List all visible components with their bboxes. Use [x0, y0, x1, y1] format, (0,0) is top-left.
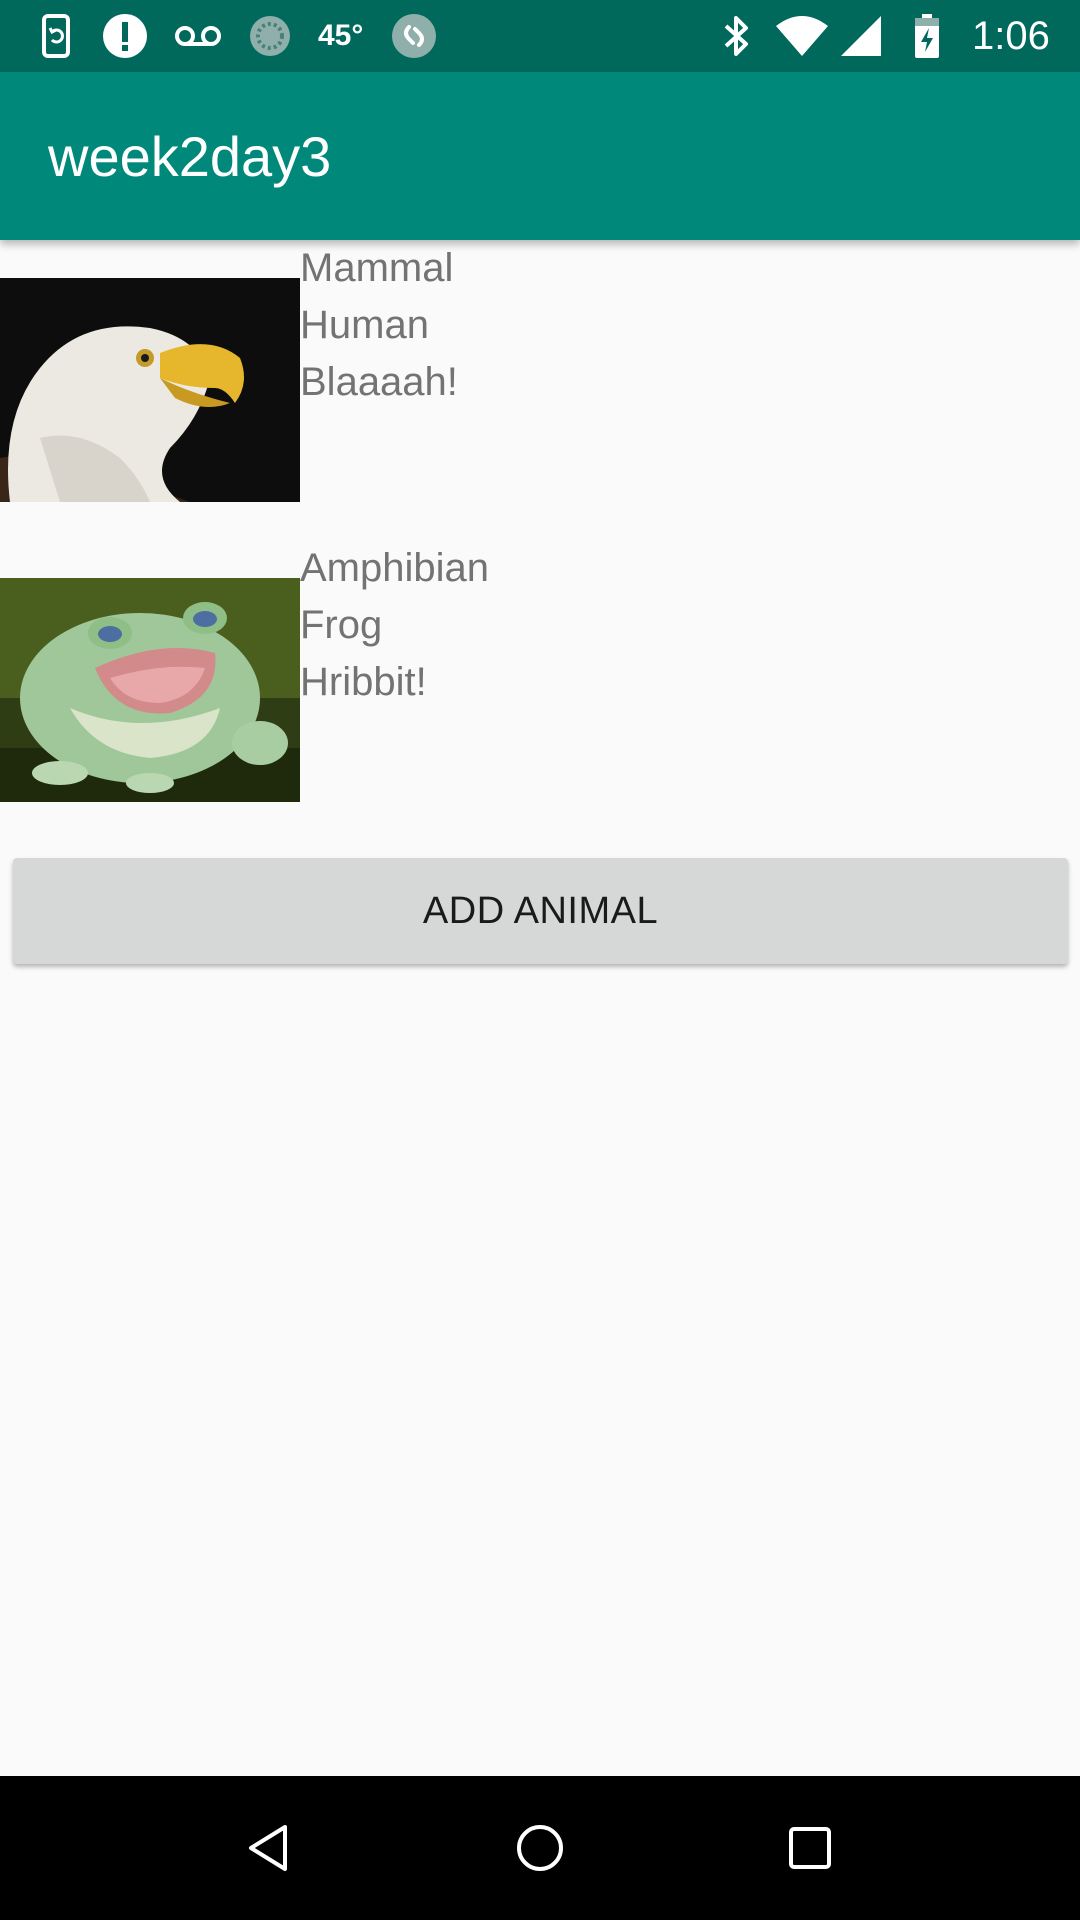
app-bar: week2day3 — [0, 72, 1080, 240]
cellular-signal-icon — [838, 12, 884, 60]
app-title: week2day3 — [48, 124, 332, 188]
bluetooth-icon — [716, 12, 756, 60]
status-bar: 45° 1:06 — [0, 0, 1080, 72]
animal-list-item[interactable]: Mammal Human Blaaaah! — [0, 240, 1080, 540]
back-icon[interactable] — [234, 1812, 306, 1884]
phone-sync-icon — [36, 12, 80, 60]
alert-icon — [100, 12, 150, 60]
animal-details: Amphibian Frog Hribbit! — [300, 540, 489, 711]
animal-category: Amphibian — [300, 546, 490, 590]
loading-circle-icon — [246, 12, 294, 60]
animal-category: Mammal — [300, 246, 454, 290]
battery-charging-icon — [910, 12, 944, 60]
animal-image-frog — [0, 578, 300, 802]
animal-name: Frog — [300, 603, 383, 647]
wifi-icon — [774, 12, 830, 60]
animal-image-eagle — [0, 278, 300, 502]
voicemail-icon — [172, 12, 224, 60]
animal-details: Mammal Human Blaaaah! — [300, 240, 458, 411]
temperature-label: 45° — [318, 19, 364, 52]
animal-sound: Hribbit! — [300, 660, 427, 704]
animal-sound: Blaaaah! — [300, 360, 458, 404]
clock: 1:06 — [972, 13, 1050, 58]
navigation-bar — [0, 1776, 1080, 1920]
add-animal-button[interactable]: ADD ANIMAL — [13, 858, 1068, 964]
animal-name: Human — [300, 303, 429, 347]
recents-icon[interactable] — [774, 1812, 846, 1884]
animal-list-item[interactable]: Amphibian Frog Hribbit! — [0, 540, 1080, 840]
shazam-icon — [390, 12, 438, 60]
home-icon[interactable] — [504, 1812, 576, 1884]
